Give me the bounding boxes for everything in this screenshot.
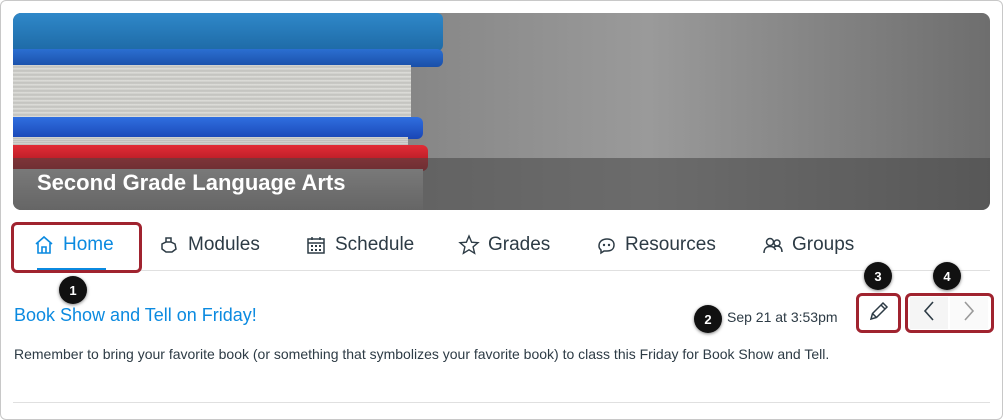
tab-modules[interactable]: Modules <box>158 222 260 268</box>
course-tabs: Home Modules Schedule Grades Resources G… <box>13 222 990 272</box>
callout-badge-4: 4 <box>933 262 961 290</box>
callout-box-home <box>11 222 142 273</box>
tab-label: Schedule <box>335 234 415 255</box>
tab-label: Groups <box>792 234 855 255</box>
resources-icon <box>595 234 617 256</box>
tab-label: Grades <box>488 234 551 255</box>
tab-resources[interactable]: Resources <box>595 222 716 268</box>
star-icon <box>458 234 480 256</box>
tab-label: Resources <box>625 234 716 255</box>
hero-title-bar: Second Grade Language Arts <box>13 158 990 210</box>
callout-badge-3: 3 <box>864 262 892 290</box>
announcement-title-link[interactable]: Book Show and Tell on Friday! <box>14 305 257 326</box>
announcement-date: Sep 21 at 3:53pm <box>727 309 838 325</box>
callout-box-edit <box>856 293 901 333</box>
course-hero-banner: Second Grade Language Arts <box>13 13 990 210</box>
divider <box>13 402 990 403</box>
book-image-part <box>13 117 423 139</box>
announcement-body: Remember to bring your favorite book (or… <box>14 346 830 362</box>
tab-groups[interactable]: Groups <box>762 222 854 268</box>
course-title: Second Grade Language Arts <box>37 170 346 195</box>
tab-label: Modules <box>188 234 260 255</box>
tab-schedule[interactable]: Schedule <box>305 222 414 268</box>
tab-grades[interactable]: Grades <box>458 222 550 268</box>
callout-box-navigation <box>905 293 994 333</box>
calendar-icon <box>305 234 327 256</box>
groups-icon <box>762 234 784 256</box>
book-image-part <box>13 13 443 51</box>
callout-badge-2: 2 <box>694 305 722 333</box>
callout-badge-1: 1 <box>59 276 87 304</box>
modules-icon <box>158 234 180 256</box>
